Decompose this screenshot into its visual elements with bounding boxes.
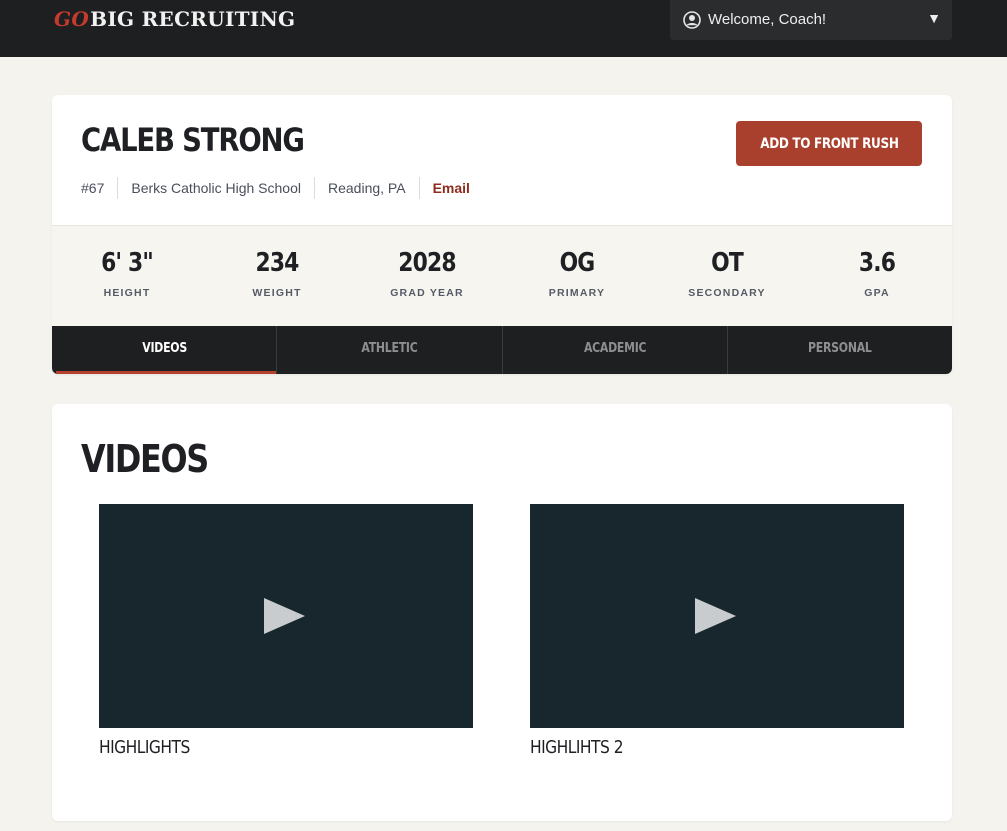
video-item: HIGHLIHTS 2 xyxy=(530,504,904,758)
welcome-text: Welcome, Coach! xyxy=(708,11,827,28)
player-name: CALEB STRONG xyxy=(81,121,305,159)
tab-label: VIDEOS xyxy=(141,341,187,356)
stat-value: 3.6 xyxy=(858,248,896,278)
site-logo[interactable]: GOBIG RECRUITING xyxy=(54,7,295,31)
video-item: HIGHLIGHTS xyxy=(99,504,473,758)
tab-label: ACADEMIC xyxy=(583,341,646,356)
stat-label: WEIGHT xyxy=(252,287,302,299)
stat-value: 234 xyxy=(255,248,299,278)
stat-value: OT xyxy=(711,248,744,278)
tab-academic[interactable]: ACADEMIC xyxy=(501,326,727,374)
stat-value: 2028 xyxy=(398,248,456,278)
add-to-front-rush-button[interactable]: ADD TO FRONT RUSH xyxy=(736,121,922,166)
top-navigation-bar: GOBIG RECRUITING Welcome, Coach! ▼ xyxy=(0,0,1007,57)
stat-label: SECONDARY xyxy=(688,287,766,299)
video-title: HIGHLIHTS 2 xyxy=(530,737,624,758)
tab-personal[interactable]: PERSONAL xyxy=(726,326,952,374)
profile-tabs: VIDEOS ATHLETIC ACADEMIC PERSONAL xyxy=(52,326,952,374)
add-to-front-rush-label: ADD TO FRONT RUSH xyxy=(759,135,899,152)
tab-label: ATHLETIC xyxy=(361,341,418,356)
stat-height: 6' 3" HEIGHT xyxy=(52,226,202,326)
stat-label: PRIMARY xyxy=(548,287,606,299)
chevron-down-icon: ▼ xyxy=(927,10,941,26)
player-stats-bar: 6' 3" HEIGHT 234 WEIGHT 2028 GRAD YEAR O… xyxy=(52,225,952,326)
play-icon[interactable] xyxy=(695,598,736,634)
stat-label: GPA xyxy=(864,287,890,299)
user-avatar-icon xyxy=(683,11,701,29)
stat-gpa: 3.6 GPA xyxy=(802,226,952,326)
account-menu-button[interactable]: Welcome, Coach! ▼ xyxy=(670,0,952,40)
school-name: Berks Catholic High School xyxy=(117,177,314,199)
email-link[interactable]: Email xyxy=(418,177,483,199)
player-profile-card: CALEB STRONG #67 Berks Catholic High Sch… xyxy=(52,95,952,374)
tab-athletic[interactable]: ATHLETIC xyxy=(276,326,501,374)
videos-section-title: VIDEOS xyxy=(81,437,209,481)
stat-value: 6' 3" xyxy=(101,248,154,278)
video-player[interactable] xyxy=(530,504,904,728)
stat-label: HEIGHT xyxy=(103,287,151,299)
stat-primary-position: OG PRIMARY xyxy=(502,226,652,326)
logo-brand-text: BIG RECRUITING xyxy=(90,7,296,31)
tab-label: PERSONAL xyxy=(808,341,872,356)
stat-value: OG xyxy=(559,248,596,278)
video-player[interactable] xyxy=(99,504,473,728)
stat-weight: 234 WEIGHT xyxy=(202,226,352,326)
jersey-number: #67 xyxy=(81,180,105,196)
player-location: Reading, PA xyxy=(314,177,419,199)
video-title: HIGHLIGHTS xyxy=(99,737,190,758)
stat-label: GRAD YEAR xyxy=(390,287,464,299)
stat-grad-year: 2028 GRAD YEAR xyxy=(352,226,502,326)
logo-go-text: GO xyxy=(54,7,90,31)
tab-videos[interactable]: VIDEOS xyxy=(52,326,277,374)
player-meta: #67 Berks Catholic High School Reading, … xyxy=(81,177,483,199)
stat-secondary-position: OT SECONDARY xyxy=(652,226,802,326)
videos-section: VIDEOS HIGHLIGHTS HIGHLIHTS 2 xyxy=(52,404,952,821)
play-icon[interactable] xyxy=(264,598,305,634)
